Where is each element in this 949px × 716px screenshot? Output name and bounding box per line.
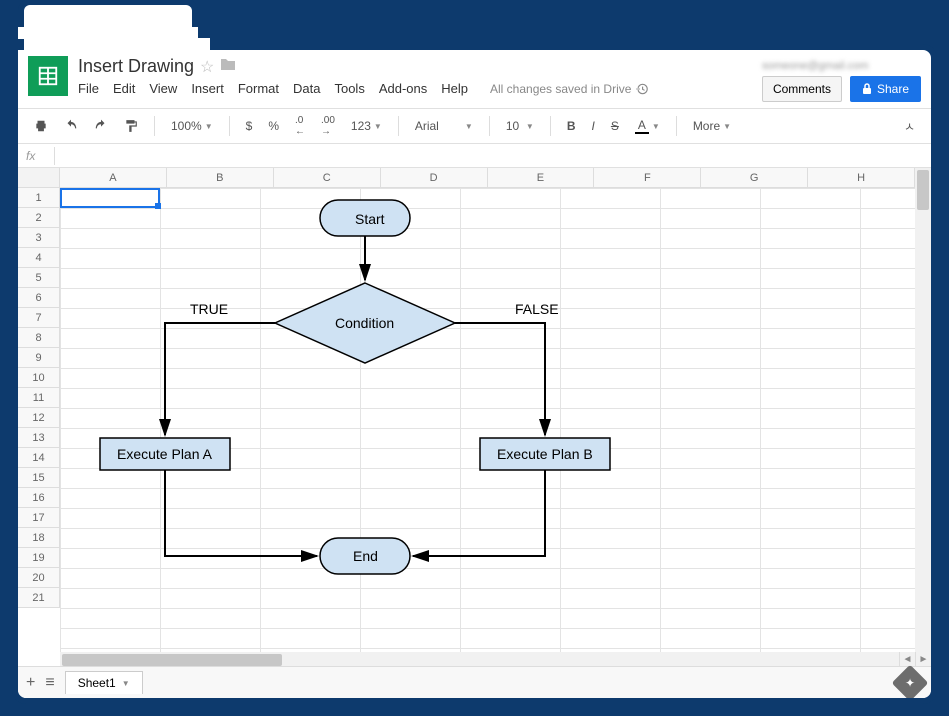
row-header-3[interactable]: 3 xyxy=(18,228,59,248)
print-icon xyxy=(34,119,48,133)
row-header-15[interactable]: 15 xyxy=(18,468,59,488)
vertical-scrollbar[interactable] xyxy=(915,168,931,652)
flow-plan-b: Execute Plan B xyxy=(497,446,593,462)
percent-button[interactable]: % xyxy=(262,115,285,137)
flow-end: End xyxy=(353,548,378,564)
row-header-16[interactable]: 16 xyxy=(18,488,59,508)
spreadsheet-grid[interactable]: A B C D E F G H 123456789101112131415161… xyxy=(18,168,931,668)
sheet-tab-label: Sheet1 xyxy=(78,676,116,690)
menu-help[interactable]: Help xyxy=(441,81,468,96)
menu-format[interactable]: Format xyxy=(238,81,279,96)
active-cell-a1[interactable] xyxy=(60,188,160,208)
undo-button[interactable] xyxy=(58,115,84,137)
col-header-h[interactable]: H xyxy=(808,168,915,187)
row-header-5[interactable]: 5 xyxy=(18,268,59,288)
menu-file[interactable]: File xyxy=(78,81,99,96)
col-header-c[interactable]: C xyxy=(274,168,381,187)
sheets-icon xyxy=(37,65,59,87)
row-header-21[interactable]: 21 xyxy=(18,588,59,608)
font-size-dropdown[interactable]: 10 ▼ xyxy=(500,115,540,137)
all-sheets-button[interactable]: ≡ xyxy=(45,674,54,692)
format-123-dropdown[interactable]: 123 ▼ xyxy=(345,115,388,137)
menu-insert[interactable]: Insert xyxy=(191,81,224,96)
italic-button[interactable]: I xyxy=(586,115,601,137)
row-header-9[interactable]: 9 xyxy=(18,348,59,368)
flow-false-label: FALSE xyxy=(515,301,559,317)
increase-decimal-button[interactable]: .00→ xyxy=(315,111,341,141)
row-header-4[interactable]: 4 xyxy=(18,248,59,268)
col-header-e[interactable]: E xyxy=(488,168,595,187)
row-header-6[interactable]: 6 xyxy=(18,288,59,308)
row-header-12[interactable]: 12 xyxy=(18,408,59,428)
comments-button[interactable]: Comments xyxy=(762,76,842,102)
menu-tools[interactable]: Tools xyxy=(334,81,364,96)
flow-plan-a: Execute Plan A xyxy=(117,446,212,462)
zoom-dropdown[interactable]: 100% ▼ xyxy=(165,115,219,137)
col-header-a[interactable]: A xyxy=(60,168,167,187)
menu-view[interactable]: View xyxy=(149,81,177,96)
col-header-d[interactable]: D xyxy=(381,168,488,187)
toolbar: 100% ▼ $ % .0← .00→ 123 ▼ Arial ▼ 10 ▼ B… xyxy=(18,108,931,144)
lock-icon xyxy=(862,83,872,95)
redo-icon xyxy=(94,119,108,133)
select-all-corner[interactable] xyxy=(18,168,60,187)
menu-data[interactable]: Data xyxy=(293,81,320,96)
menu-addons[interactable]: Add-ons xyxy=(379,81,427,96)
row-header-14[interactable]: 14 xyxy=(18,448,59,468)
text-color-button[interactable]: A ▼ xyxy=(629,114,666,138)
row-header-13[interactable]: 13 xyxy=(18,428,59,448)
sheet-tabs-bar: + ≡ Sheet1 ▼ ✦ xyxy=(18,666,931,698)
font-dropdown[interactable]: Arial ▼ xyxy=(409,115,479,137)
row-header-8[interactable]: 8 xyxy=(18,328,59,348)
flow-condition: Condition xyxy=(335,315,394,331)
share-button[interactable]: Share xyxy=(850,76,921,102)
paint-format-button[interactable] xyxy=(118,115,144,137)
col-header-f[interactable]: F xyxy=(594,168,701,187)
row-header-1[interactable]: 1 xyxy=(18,188,59,208)
row-header-18[interactable]: 18 xyxy=(18,528,59,548)
decrease-decimal-button[interactable]: .0← xyxy=(289,111,311,141)
col-header-b[interactable]: B xyxy=(167,168,274,187)
row-header-20[interactable]: 20 xyxy=(18,568,59,588)
print-button[interactable] xyxy=(28,115,54,137)
redo-button[interactable] xyxy=(88,115,114,137)
browser-tab[interactable] xyxy=(18,0,198,31)
currency-button[interactable]: $ xyxy=(240,115,259,137)
row-header-11[interactable]: 11 xyxy=(18,388,59,408)
save-status: All changes saved in Drive xyxy=(490,82,649,96)
flow-true-label: TRUE xyxy=(190,301,228,317)
sheets-logo[interactable] xyxy=(28,56,68,96)
row-header-19[interactable]: 19 xyxy=(18,548,59,568)
paint-icon xyxy=(124,119,138,133)
flow-start: Start xyxy=(355,211,385,227)
sheet-tab-menu-icon[interactable]: ▼ xyxy=(122,679,130,688)
collapse-toolbar-button[interactable]: ㅅ xyxy=(898,114,921,139)
fx-label: fx xyxy=(26,149,46,163)
row-header-7[interactable]: 7 xyxy=(18,308,59,328)
star-icon[interactable]: ☆ xyxy=(200,57,214,77)
add-sheet-button[interactable]: + xyxy=(26,674,35,692)
row-header-17[interactable]: 17 xyxy=(18,508,59,528)
sheet-tab-1[interactable]: Sheet1 ▼ xyxy=(65,671,143,694)
document-title[interactable]: Insert Drawing xyxy=(78,56,194,77)
formula-bar[interactable]: fx xyxy=(18,144,931,168)
col-header-g[interactable]: G xyxy=(701,168,808,187)
history-icon xyxy=(635,82,649,96)
undo-icon xyxy=(64,119,78,133)
app-window: Insert Drawing ☆ File Edit View Insert F… xyxy=(12,44,937,704)
strike-button[interactable]: S xyxy=(605,115,625,137)
bold-button[interactable]: B xyxy=(561,115,582,137)
row-header-2[interactable]: 2 xyxy=(18,208,59,228)
row-header-10[interactable]: 10 xyxy=(18,368,59,388)
user-email[interactable]: someone@gmail.com xyxy=(762,60,921,72)
menu-edit[interactable]: Edit xyxy=(113,81,135,96)
folder-icon[interactable] xyxy=(220,57,236,76)
more-button[interactable]: More ▼ xyxy=(687,115,737,137)
explore-button[interactable]: ✦ xyxy=(892,664,929,701)
